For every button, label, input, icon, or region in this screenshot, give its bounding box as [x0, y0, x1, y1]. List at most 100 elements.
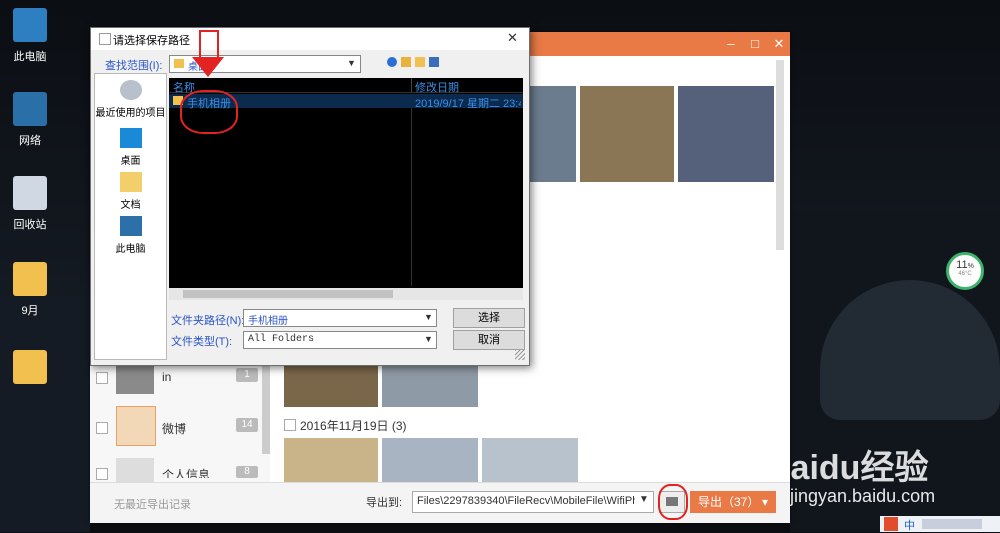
watermark-brand: Baidu经验 — [766, 449, 929, 487]
file-type-label: 文件类型(T): — [171, 336, 233, 348]
choose-save-path-dialog: 请选择保存路径 ✕ 查找范围(I): 桌面 ▼ 最近使用的项目 桌面 文档 此电… — [90, 27, 530, 366]
maximize-button[interactable]: □ — [744, 32, 766, 56]
export-path-value: Files\2297839340\FileRecv\MobileFile\Wif… — [417, 495, 635, 507]
photo-thumbnail[interactable] — [482, 438, 578, 482]
checkbox[interactable] — [96, 422, 108, 434]
desktop-icon-label: 此电脑 — [13, 51, 47, 63]
checkbox[interactable] — [96, 468, 108, 480]
checkbox[interactable] — [96, 372, 108, 384]
place-label: 文档 — [120, 200, 141, 211]
horizontal-scrollbar[interactable] — [169, 288, 523, 300]
photo-thumbnail[interactable] — [382, 365, 478, 407]
back-icon[interactable] — [387, 57, 397, 67]
highlight-circle — [658, 484, 688, 520]
place-label: 桌面 — [120, 156, 141, 167]
arrow-down-icon — [192, 57, 224, 77]
app-tray-icon[interactable] — [884, 517, 898, 531]
folder-path-input[interactable]: 手机相册 ▼ — [243, 309, 437, 327]
arrow-annotation — [199, 30, 219, 60]
city-skyline — [0, 300, 90, 532]
photo-thumbnail[interactable] — [528, 86, 576, 182]
dialog-titlebar: 请选择保存路径 ✕ — [91, 28, 529, 50]
export-button[interactable]: 导出（37） ▾ — [690, 491, 776, 513]
scrollbar[interactable] — [262, 364, 270, 454]
minimize-button[interactable]: – — [720, 32, 742, 56]
export-path-select[interactable]: Files\2297839340\FileRecv\MobileFile\Wif… — [412, 491, 654, 513]
photo-thumbnail[interactable] — [284, 365, 378, 407]
place-desktop[interactable]: 桌面 — [95, 128, 166, 167]
desktop-icon-label: 网络 — [19, 135, 41, 147]
desktop-icon-label: 9月 — [21, 305, 39, 317]
watermark-url: jingyan.baidu.com — [790, 486, 936, 506]
select-button[interactable]: 选择 — [453, 308, 525, 328]
desktop-icon-label: 回收站 — [13, 219, 47, 231]
desktop-icon-folder[interactable] — [0, 350, 60, 390]
dialog-title: 请选择保存路径 — [113, 35, 190, 47]
cpu-widget[interactable]: 11% 46°C — [946, 252, 984, 290]
date-section-label: 2016年11月19日 (3) — [300, 419, 407, 433]
group-count: 8 — [236, 466, 258, 478]
close-button[interactable]: ✕ — [768, 32, 790, 56]
folder-path-value: 手机相册 — [248, 316, 288, 327]
view-menu-icon[interactable] — [429, 57, 439, 67]
scrollbar-thumb[interactable] — [183, 290, 393, 298]
app-icon — [99, 33, 111, 45]
album-cover — [116, 406, 156, 446]
ime-indicator[interactable]: 中 — [904, 517, 915, 533]
chevron-down-icon: ▼ — [639, 494, 649, 505]
desktop-icon — [119, 128, 142, 148]
place-this-pc[interactable]: 此电脑 — [95, 216, 166, 255]
desktop-icon-network[interactable]: 网络 — [0, 92, 60, 148]
desktop-icon-folder-9[interactable]: 9月 — [0, 262, 60, 318]
desktop-icon-this-pc[interactable]: 此电脑 — [0, 8, 60, 64]
network-icon — [13, 92, 47, 126]
export-history-text: 无最近导出记录 — [114, 499, 191, 511]
places-bar: 最近使用的项目 桌面 文档 此电脑 — [94, 73, 167, 360]
highlight-circle — [180, 90, 238, 134]
album-cover — [116, 458, 154, 482]
column-divider — [411, 108, 412, 286]
chevron-down-icon: ▾ — [762, 495, 769, 509]
chevron-down-icon: ▼ — [424, 334, 433, 344]
computer-icon — [119, 216, 142, 236]
new-folder-icon[interactable] — [415, 57, 425, 67]
scrollbar[interactable] — [776, 60, 784, 250]
export-button-label: 导出（37） — [698, 495, 760, 509]
place-documents[interactable]: 文档 — [95, 172, 166, 211]
chevron-down-icon: ▼ — [347, 58, 356, 68]
group-name: in — [162, 370, 172, 384]
computer-icon — [13, 8, 47, 42]
system-tray: 中 — [880, 516, 1000, 532]
file-type-select[interactable]: All Folders ▼ — [243, 331, 437, 349]
desktop-icon-recycle-bin[interactable]: 回收站 — [0, 176, 60, 232]
photo-thumbnail[interactable] — [382, 438, 478, 482]
export-to-label: 导出到: — [366, 497, 403, 509]
recent-icon — [119, 80, 142, 100]
cpu-temp: 46°C — [958, 271, 972, 277]
album-cover — [116, 364, 154, 394]
cancel-button[interactable]: 取消 — [453, 330, 525, 350]
folder-path-label: 文件夹路径(N): — [171, 315, 245, 327]
photo-thumbnail[interactable] — [580, 86, 674, 182]
folder-icon — [13, 350, 47, 384]
group-count: 14 — [236, 418, 258, 432]
column-divider — [411, 78, 412, 92]
place-label: 此电脑 — [115, 244, 146, 255]
cpu-value: 11 — [956, 259, 968, 271]
group-count: 1 — [236, 368, 258, 382]
place-recent[interactable]: 最近使用的项目 — [95, 80, 166, 119]
place-label: 最近使用的项目 — [95, 108, 166, 119]
photo-thumbnail[interactable] — [284, 438, 378, 482]
dialog-close-button[interactable]: ✕ — [507, 30, 518, 46]
date-checkbox[interactable] — [284, 419, 296, 431]
folder-icon — [174, 59, 184, 68]
tray-icons[interactable] — [922, 519, 982, 529]
column-header-modified[interactable]: 修改日期 — [415, 79, 459, 95]
resize-grip[interactable] — [515, 350, 525, 360]
photo-thumbnail[interactable] — [678, 86, 774, 182]
cpu-unit: % — [967, 263, 974, 270]
file-type-value: All Folders — [248, 334, 315, 345]
recycle-bin-icon — [13, 176, 47, 210]
up-folder-icon[interactable] — [401, 57, 411, 67]
group-name: 个人信息 — [162, 468, 211, 478]
